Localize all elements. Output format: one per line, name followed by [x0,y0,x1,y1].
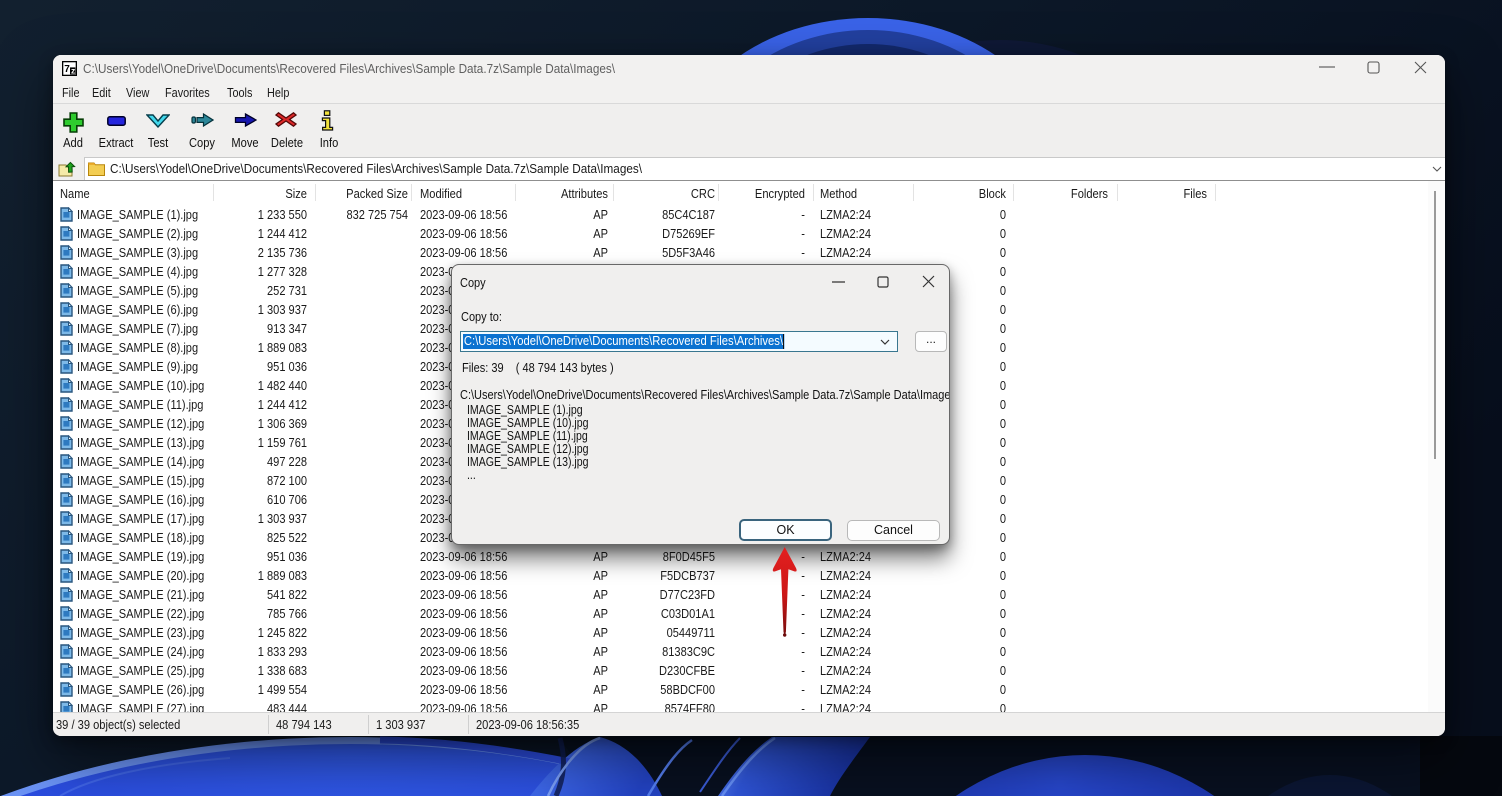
svg-text:7: 7 [64,64,70,75]
svg-text:z: z [71,66,75,76]
